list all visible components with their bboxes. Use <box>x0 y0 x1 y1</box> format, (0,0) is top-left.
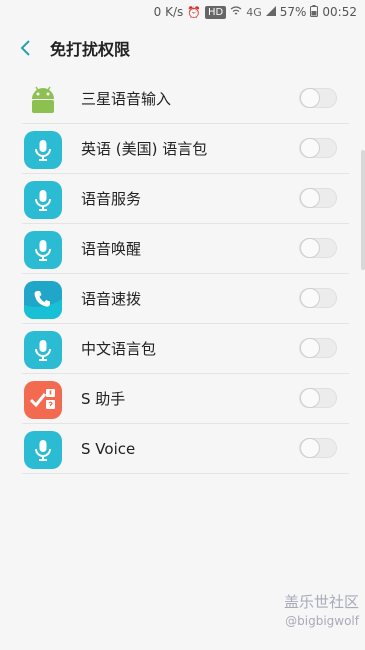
status-bar: 0 K/s ⏰ HD 4G 57% 00:52 <box>0 0 365 24</box>
microphone-icon <box>24 131 62 169</box>
battery-percent: 57% <box>279 5 307 19</box>
android-icon <box>24 81 62 119</box>
permission-toggle[interactable] <box>299 238 337 258</box>
toggle-knob <box>300 338 320 358</box>
toggle-knob <box>300 288 320 308</box>
page-title: 免打扰权限 <box>50 40 131 59</box>
watermark: 盖乐世社区 @bigbigwolf <box>284 591 359 628</box>
permission-toggle[interactable] <box>299 338 337 358</box>
permission-toggle[interactable] <box>299 438 337 458</box>
microphone-icon <box>24 231 62 269</box>
list-item[interactable]: 三星语音输入 <box>0 74 365 124</box>
list-item[interactable]: 语音唤醒 <box>0 224 365 274</box>
list-item-label: S Voice <box>81 440 136 458</box>
list-item-label: 中文语言包 <box>81 340 157 358</box>
toggle-knob <box>300 138 320 158</box>
permission-toggle[interactable] <box>299 138 337 158</box>
toggle-knob <box>300 188 320 208</box>
scroll-indicator <box>361 150 365 270</box>
microphone-icon <box>24 431 62 469</box>
toggle-knob <box>300 88 320 108</box>
list-item-label: 语音唤醒 <box>81 240 142 258</box>
list-item-label: S 助手 <box>81 390 126 408</box>
list-item[interactable]: S 助手 <box>0 374 365 424</box>
app-bar: 免打扰权限 <box>0 24 365 72</box>
network-type: 4G <box>246 5 262 19</box>
list-item-label: 语音服务 <box>81 190 142 208</box>
permission-toggle[interactable] <box>299 88 337 108</box>
list-item-label: 英语 (美国) 语言包 <box>81 140 208 158</box>
list-item[interactable]: 中文语言包 <box>0 324 365 374</box>
back-button[interactable] <box>0 24 50 72</box>
microphone-icon <box>24 331 62 369</box>
chevron-left-icon <box>20 40 30 56</box>
wifi-icon <box>230 5 242 19</box>
toggle-knob <box>300 388 320 408</box>
list-item-label: 语音速拨 <box>81 290 142 308</box>
permission-toggle[interactable] <box>299 288 337 308</box>
watermark-site: 盖乐世社区 <box>283 593 359 611</box>
permission-toggle[interactable] <box>299 388 337 408</box>
list-item[interactable]: S Voice <box>0 424 365 474</box>
clock: 00:52 <box>322 5 357 19</box>
toggle-knob <box>300 238 320 258</box>
hd-badge: HD <box>204 5 227 19</box>
list-item[interactable]: 语音服务 <box>0 174 365 224</box>
app-list: 三星语音输入 英语 (美国) 语言包 语音服务 语音唤醒 语音速拨 中文语言包 … <box>0 74 365 474</box>
alarm-icon: ⏰ <box>187 5 201 19</box>
permission-toggle[interactable] <box>299 188 337 208</box>
watermark-handle: @bigbigwolf <box>285 614 359 628</box>
battery-icon <box>310 4 319 20</box>
microphone-icon <box>24 181 62 219</box>
list-item[interactable]: 英语 (美国) 语言包 <box>0 124 365 174</box>
phone-icon <box>24 281 62 319</box>
network-speed: 0 K/s <box>153 5 184 19</box>
list-item-label: 三星语音输入 <box>81 90 172 108</box>
checklist-icon <box>24 381 62 419</box>
list-item[interactable]: 语音速拨 <box>0 274 365 324</box>
signal-icon <box>265 5 276 19</box>
toggle-knob <box>300 438 320 458</box>
